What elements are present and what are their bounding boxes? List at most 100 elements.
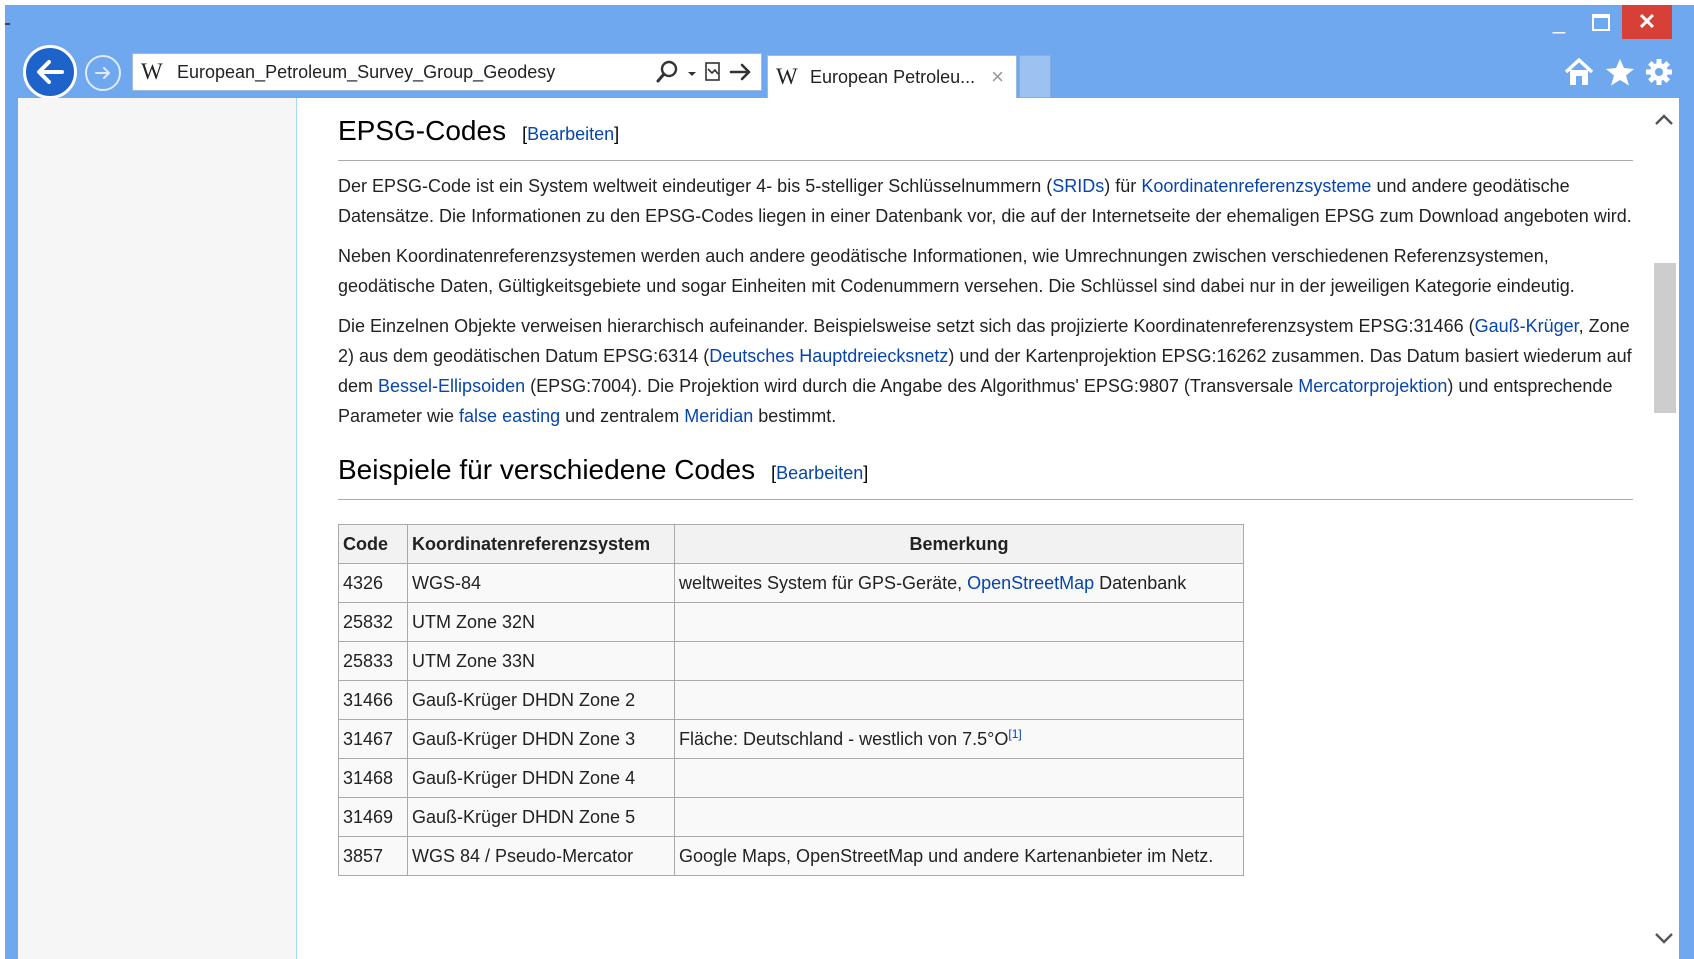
heading-text: EPSG-Codes <box>338 115 507 146</box>
text-run: und zentralem <box>560 406 685 426</box>
wikipedia-favicon: W <box>776 64 798 89</box>
address-bar[interactable]: W European_Petroleum_Survey_Group_Geodes… <box>132 53 762 91</box>
cell-system: Gauß-Krüger DHDN Zone 4 <box>407 758 675 798</box>
section-heading-epsg-codes: EPSG-Codes [Bearbeiten] <box>338 116 1633 161</box>
text-run: bestimmt. <box>753 406 837 426</box>
tab-active[interactable]: W European Petroleu... × <box>767 55 1017 98</box>
table-row: 25833 UTM Zone 33N <box>338 641 1244 681</box>
forward-button[interactable] <box>85 55 121 91</box>
link-openstreetmap[interactable]: OpenStreetMap <box>967 573 1094 593</box>
compat-view-icon[interactable] <box>703 61 723 83</box>
section-heading-beispiele: Beispiele für verschiedene Codes [Bearbei… <box>338 455 1633 500</box>
column-header-remark: Bemerkung <box>674 524 1244 564</box>
column-header-system: Koordinatenreferenzsystem <box>407 524 675 564</box>
link-mercatorprojektion[interactable]: Mercatorprojektion <box>1298 376 1447 396</box>
cell-remark <box>674 680 1244 720</box>
page-viewport: EPSG-Codes [Bearbeiten] Der EPSG-Code ist… <box>18 98 1679 959</box>
cell-remark <box>674 602 1244 642</box>
link-bessel-ellipsoiden[interactable]: Bessel-Ellipsoiden <box>378 376 525 396</box>
close-window-button[interactable]: ✕ <box>1622 5 1672 39</box>
back-button[interactable] <box>23 45 77 99</box>
wiki-sidebar <box>18 98 297 959</box>
cell-remark: Google Maps, OpenStreetMap und andere Ka… <box>674 836 1244 876</box>
bracket-close: ] <box>863 463 869 483</box>
cell-remark <box>674 641 1244 681</box>
tab-close-icon[interactable]: × <box>991 64 1004 90</box>
table-header-row: Code Koordinatenreferenzsystem Bemerkung <box>338 524 1244 564</box>
wikipedia-favicon: W <box>141 59 163 84</box>
browser-window: _ ✕ W European_Petroleum_Survey_Group_Ge… <box>5 5 1694 959</box>
cell-system: WGS 84 / Pseudo-Mercator <box>407 836 675 876</box>
cell-code: 25832 <box>338 602 408 642</box>
link-gauss-krueger[interactable]: Gauß-Krüger <box>1475 316 1579 336</box>
edge-mark <box>5 23 10 25</box>
cell-remark <box>674 758 1244 798</box>
link-deutsches-hauptdreiecksnetz[interactable]: Deutsches Hauptdreiecksnetz <box>709 346 948 366</box>
text-run: Die Einzelnen Objekte verweisen hierarch… <box>338 316 1475 336</box>
edit-link[interactable]: Bearbeiten <box>527 124 614 144</box>
maximize-button[interactable] <box>1580 5 1622 39</box>
edit-section-link: [Bearbeiten] <box>522 124 619 144</box>
column-header-code: Code <box>338 524 408 564</box>
cell-code: 31468 <box>338 758 408 798</box>
cell-code: 31466 <box>338 680 408 720</box>
table-row: 25832 UTM Zone 32N <box>338 602 1244 642</box>
table-row: 31467 Gauß-Krüger DHDN Zone 3 Fläche: De… <box>338 719 1244 759</box>
article-content: EPSG-Codes [Bearbeiten] Der EPSG-Code ist… <box>338 98 1633 876</box>
search-icon[interactable] <box>655 60 681 84</box>
vertical-scrollbar[interactable] <box>1648 98 1679 959</box>
maximize-icon <box>1592 13 1610 31</box>
scroll-up-icon[interactable] <box>1654 110 1674 133</box>
text-run: Datenbank <box>1094 573 1187 593</box>
cell-code: 4326 <box>338 563 408 603</box>
tab-title: European Petroleu... <box>810 66 976 87</box>
gear-icon[interactable] <box>1643 57 1675 92</box>
cell-code: 3857 <box>338 836 408 876</box>
bracket-close: ] <box>614 124 620 144</box>
forward-arrow-icon <box>95 67 110 79</box>
cell-system: UTM Zone 32N <box>407 602 675 642</box>
url-text[interactable]: European_Petroleum_Survey_Group_Geodesy <box>177 62 655 83</box>
paragraph-1: Der EPSG-Code ist ein System weltweit ei… <box>338 171 1633 231</box>
link-false-easting[interactable]: false easting <box>459 406 560 426</box>
cell-remark <box>674 797 1244 837</box>
table-row: 31466 Gauß-Krüger DHDN Zone 2 <box>338 680 1244 720</box>
search-dropdown-icon[interactable] <box>687 61 697 84</box>
text-run: weltweites System für GPS-Geräte, <box>679 573 968 593</box>
heading-text: Beispiele für verschiedene Codes <box>338 454 756 485</box>
link-meridian[interactable]: Meridian <box>684 406 753 426</box>
minimize-button[interactable]: _ <box>1538 5 1580 39</box>
home-icon[interactable] <box>1563 57 1595 92</box>
link-srids[interactable]: SRIDs <box>1052 176 1104 196</box>
reference-link[interactable]: [1] <box>1008 727 1021 741</box>
scroll-down-icon[interactable] <box>1654 928 1674 951</box>
paragraph-2: Neben Koordinatenreferenzsystemen werden… <box>338 246 1575 296</box>
star-icon[interactable] <box>1604 57 1636 92</box>
scrollbar-thumb[interactable] <box>1654 263 1676 413</box>
table-row: 3857 WGS 84 / Pseudo-Mercator Google Map… <box>338 836 1244 876</box>
cell-system: UTM Zone 33N <box>407 641 675 681</box>
text-run: (EPSG:7004). Die Projektion wird durch d… <box>525 376 1299 396</box>
epsg-codes-table: Code Koordinatenreferenzsystem Bemerkung… <box>338 524 1244 876</box>
table-row: 4326 WGS-84 weltweites System für GPS-Ge… <box>338 563 1244 603</box>
cell-system: WGS-84 <box>407 563 675 603</box>
edit-section-link: [Bearbeiten] <box>771 463 868 483</box>
link-koordinatenreferenzsysteme[interactable]: Koordinatenreferenzsysteme <box>1141 176 1371 196</box>
back-arrow-icon <box>37 60 64 84</box>
table-row: 31468 Gauß-Krüger DHDN Zone 4 <box>338 758 1244 798</box>
cell-code: 31467 <box>338 719 408 759</box>
paragraph-3: Die Einzelnen Objekte verweisen hierarch… <box>338 311 1633 431</box>
cell-code: 25833 <box>338 641 408 681</box>
text-run: Fläche: Deutschland - westlich von 7.5°O <box>679 729 1009 749</box>
cell-remark: Fläche: Deutschland - westlich von 7.5°O… <box>674 719 1244 759</box>
edit-link[interactable]: Bearbeiten <box>776 463 863 483</box>
cell-system: Gauß-Krüger DHDN Zone 2 <box>407 680 675 720</box>
cell-code: 31469 <box>338 797 408 837</box>
cell-system: Gauß-Krüger DHDN Zone 5 <box>407 797 675 837</box>
text-run: ) für <box>1104 176 1142 196</box>
text-run: Der EPSG-Code ist ein System weltweit ei… <box>338 176 1053 196</box>
cell-remark: weltweites System für GPS-Geräte, OpenSt… <box>674 563 1244 603</box>
go-arrow-icon[interactable] <box>729 62 753 82</box>
cell-system: Gauß-Krüger DHDN Zone 3 <box>407 719 675 759</box>
new-tab-button[interactable] <box>1019 55 1051 98</box>
